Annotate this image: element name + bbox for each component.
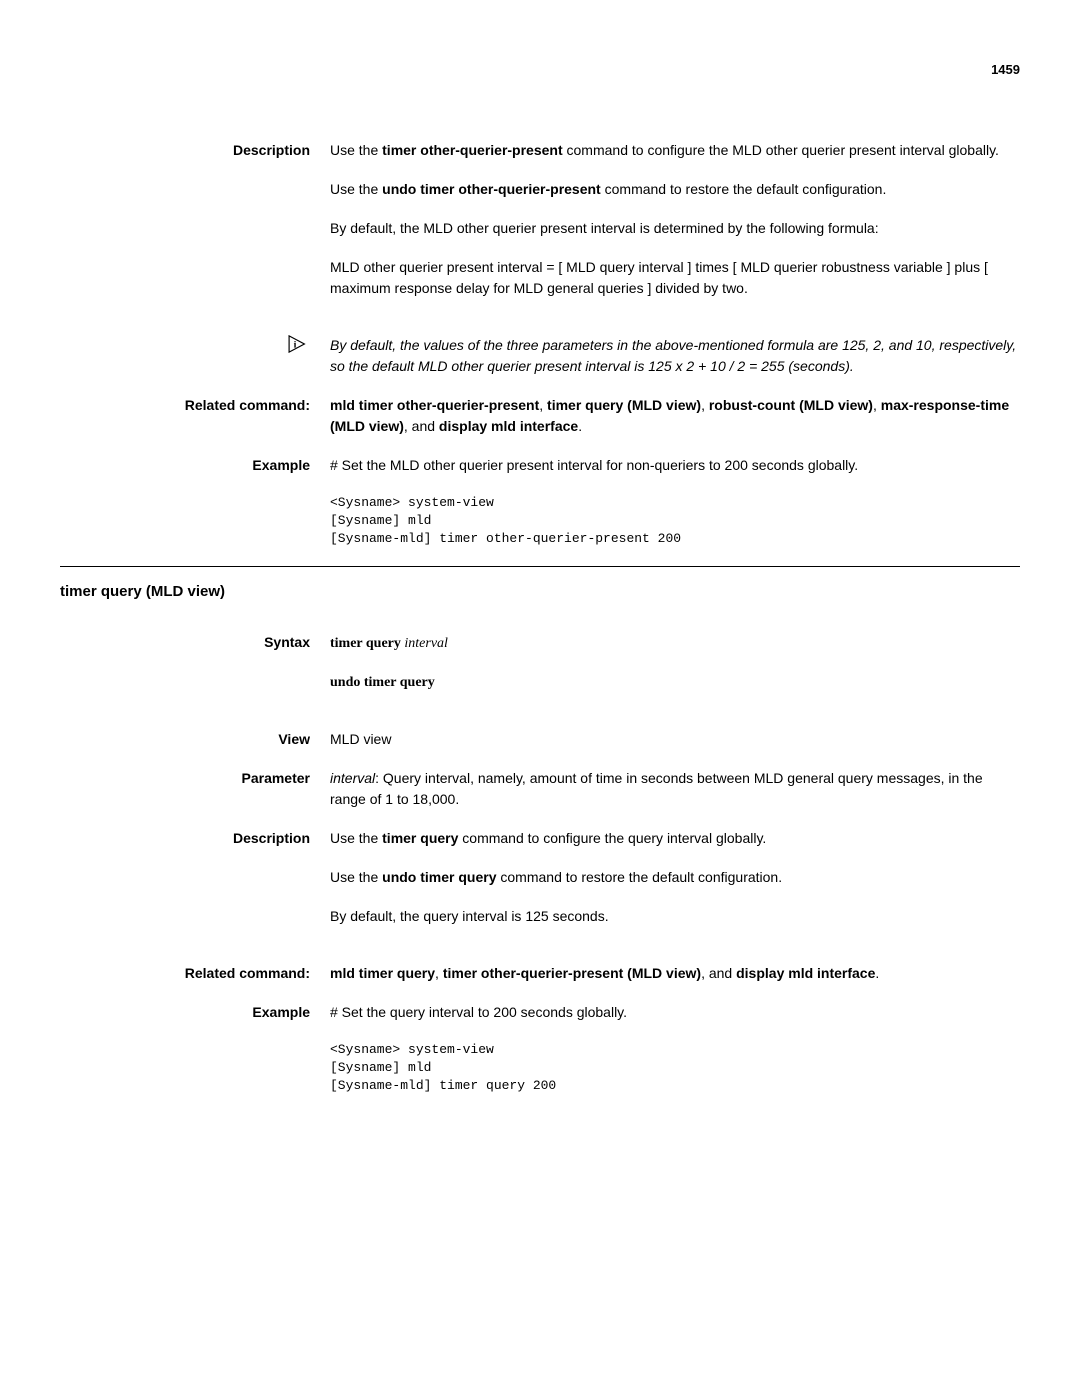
desc-para-1: Use the timer other-querier-present comm… — [330, 140, 1020, 161]
parameter-row: Parameter interval: Query interval, name… — [60, 768, 1020, 810]
syntax-content: timer query interval undo timer query — [330, 632, 1020, 711]
syntax-label: Syntax — [60, 632, 330, 711]
text: command to configure the MLD other queri… — [563, 142, 999, 158]
text: , — [435, 965, 443, 981]
related-command-content: mld timer other-querier-present, timer q… — [330, 395, 1020, 437]
related-command-content-2: mld timer query, timer other-querier-pre… — [330, 963, 1020, 984]
view-content: MLD view — [330, 729, 1020, 750]
text: Use the — [330, 142, 382, 158]
note-text: By default, the values of the three para… — [330, 335, 1020, 377]
example-row: Example # Set the MLD other querier pres… — [60, 455, 1020, 549]
desc-para-2: Use the undo timer other-querier-present… — [330, 179, 1020, 200]
note-icon-col: i — [60, 335, 330, 377]
example-text: # Set the MLD other querier present inte… — [330, 455, 1020, 476]
related-command-row-2: Related command: mld timer query, timer … — [60, 963, 1020, 984]
text: Use the — [330, 830, 382, 846]
text: command to configure the query interval … — [458, 830, 766, 846]
svg-text:i: i — [294, 339, 297, 350]
description-row: Description Use the timer other-querier-… — [60, 140, 1020, 317]
syntax-line-2: undo timer query — [330, 672, 1020, 693]
text: , and — [701, 965, 736, 981]
italic-text: interval — [330, 770, 375, 786]
bold-text: robust-count (MLD view) — [709, 397, 873, 413]
bold-text: display mld interface — [439, 418, 578, 434]
example-label-2: Example — [60, 1002, 330, 1096]
text: , — [701, 397, 709, 413]
bold-text: undo timer query — [382, 869, 496, 885]
section-title: timer query (MLD view) — [60, 581, 1020, 604]
description-label-2: Description — [60, 828, 330, 945]
parameter-content: interval: Query interval, namely, amount… — [330, 768, 1020, 810]
bold-text: timer other-querier-present — [382, 142, 562, 158]
example-label: Example — [60, 455, 330, 549]
related-command-row: Related command: mld timer other-querier… — [60, 395, 1020, 437]
italic-text: interval — [404, 636, 448, 651]
text: command to restore the default configura… — [497, 869, 783, 885]
view-row: View MLD view — [60, 729, 1020, 750]
example-code-2: <Sysname> system-view [Sysname] mld [Sys… — [330, 1041, 1020, 1096]
related-command-label: Related command: — [60, 395, 330, 437]
bold-text: undo timer other-querier-present — [382, 181, 601, 197]
bold-text: mld timer other-querier-present — [330, 397, 539, 413]
desc2-para-3: By default, the query interval is 125 se… — [330, 906, 1020, 927]
text: , — [873, 397, 881, 413]
example-content-2: # Set the query interval to 200 seconds … — [330, 1002, 1020, 1096]
desc-para-3: By default, the MLD other querier presen… — [330, 218, 1020, 239]
note-row: i By default, the values of the three pa… — [60, 335, 1020, 377]
bold-text: timer other-querier-present (MLD view) — [443, 965, 701, 981]
text: command to restore the default configura… — [601, 181, 887, 197]
example-code: <Sysname> system-view [Sysname] mld [Sys… — [330, 494, 1020, 549]
text: , — [539, 397, 547, 413]
description-content: Use the timer other-querier-present comm… — [330, 140, 1020, 317]
section-divider — [60, 566, 1020, 567]
example-row-2: Example # Set the query interval to 200 … — [60, 1002, 1020, 1096]
view-label: View — [60, 729, 330, 750]
text: Use the — [330, 181, 382, 197]
related-command-label-2: Related command: — [60, 963, 330, 984]
serif-bold-text: timer query — [330, 636, 404, 651]
bold-text: mld timer query — [330, 965, 435, 981]
description-row-2: Description Use the timer query command … — [60, 828, 1020, 945]
desc-para-4: MLD other querier present interval = [ M… — [330, 257, 1020, 299]
page-number: 1459 — [60, 60, 1020, 80]
desc2-para-2: Use the undo timer query command to rest… — [330, 867, 1020, 888]
example-text-2: # Set the query interval to 200 seconds … — [330, 1002, 1020, 1023]
text: . — [875, 965, 879, 981]
parameter-label: Parameter — [60, 768, 330, 810]
bold-text: display mld interface — [736, 965, 875, 981]
desc2-para-1: Use the timer query command to configure… — [330, 828, 1020, 849]
description-content-2: Use the timer query command to configure… — [330, 828, 1020, 945]
syntax-row: Syntax timer query interval undo timer q… — [60, 632, 1020, 711]
bold-text: timer query (MLD view) — [547, 397, 701, 413]
text: , and — [404, 418, 439, 434]
description-label: Description — [60, 140, 330, 317]
text: : Query interval, namely, amount of time… — [330, 770, 983, 807]
text: Use the — [330, 869, 382, 885]
example-content: # Set the MLD other querier present inte… — [330, 455, 1020, 549]
text: . — [578, 418, 582, 434]
bold-text: timer query — [382, 830, 458, 846]
info-pointer-icon: i — [288, 335, 310, 353]
syntax-line-1: timer query interval — [330, 632, 1020, 654]
